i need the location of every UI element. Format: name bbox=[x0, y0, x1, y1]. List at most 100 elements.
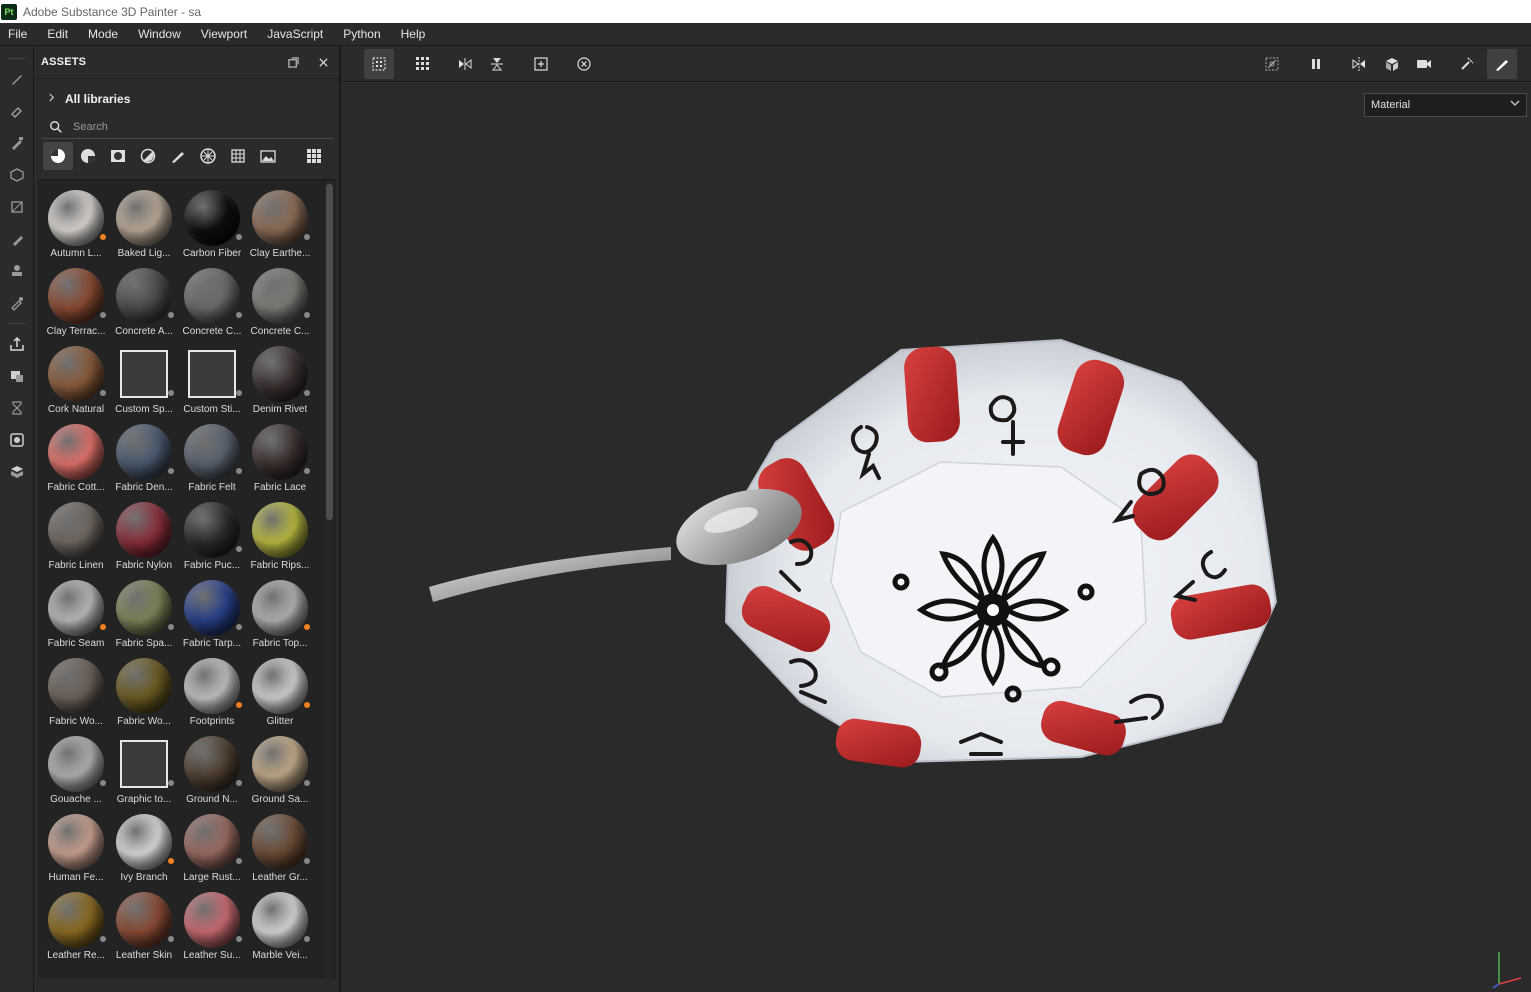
asset-tile[interactable]: Fabric Lace bbox=[246, 418, 314, 496]
asset-tile[interactable]: Clay Earthe... bbox=[246, 184, 314, 262]
menu-window[interactable]: Window bbox=[128, 23, 191, 46]
asset-tile[interactable]: Footprints bbox=[178, 652, 246, 730]
asset-tile[interactable]: Fabric Linen bbox=[42, 496, 110, 574]
asset-label: Fabric Wo... bbox=[117, 716, 171, 727]
asset-tile[interactable]: Large Rust... bbox=[178, 808, 246, 886]
pause-icon[interactable] bbox=[1301, 49, 1331, 79]
close-icon[interactable] bbox=[315, 54, 331, 70]
3d-model-plate[interactable] bbox=[341, 82, 1531, 992]
asset-tile[interactable]: Carbon Fiber bbox=[178, 184, 246, 262]
polygon-fill-icon[interactable] bbox=[0, 159, 34, 191]
split-view-icon[interactable] bbox=[1344, 49, 1374, 79]
asset-tile[interactable]: Leather Re... bbox=[42, 886, 110, 964]
hide-selection-icon[interactable] bbox=[1257, 49, 1287, 79]
library-label: All libraries bbox=[65, 92, 131, 106]
menu-file[interactable]: File bbox=[0, 23, 37, 46]
painting-mode-icon[interactable] bbox=[1487, 49, 1517, 79]
asset-tile[interactable]: Graphic to... bbox=[110, 730, 178, 808]
frame-selection-icon[interactable] bbox=[526, 49, 556, 79]
asset-tile[interactable]: Custom Sti... bbox=[178, 340, 246, 418]
asset-tile[interactable]: Fabric Wo... bbox=[110, 652, 178, 730]
asset-tile[interactable]: Baked Lig... bbox=[110, 184, 178, 262]
asset-tile[interactable]: Custom Sp... bbox=[110, 340, 178, 418]
select-tool-icon[interactable] bbox=[364, 49, 394, 79]
bake-mesh-icon[interactable] bbox=[0, 456, 34, 488]
filter-brushes-icon[interactable] bbox=[163, 142, 193, 170]
filter-textures-icon[interactable] bbox=[223, 142, 253, 170]
smudge-tool-icon[interactable] bbox=[0, 223, 34, 255]
view-mode-3d-icon[interactable] bbox=[1377, 49, 1407, 79]
asset-tile[interactable]: Denim Rivet bbox=[246, 340, 314, 418]
mirror-x-icon[interactable] bbox=[450, 49, 480, 79]
grid-view-icon[interactable] bbox=[299, 142, 329, 170]
asset-tile[interactable]: Fabric Den... bbox=[110, 418, 178, 496]
asset-tile[interactable]: Concrete C... bbox=[246, 262, 314, 340]
asset-tile[interactable]: Fabric Spa... bbox=[110, 574, 178, 652]
asset-tile[interactable]: Fabric Felt bbox=[178, 418, 246, 496]
asset-tile[interactable]: Fabric Nylon bbox=[110, 496, 178, 574]
filter-alphas-icon[interactable] bbox=[193, 142, 223, 170]
asset-tile[interactable]: Leather Su... bbox=[178, 886, 246, 964]
export-icon[interactable] bbox=[0, 328, 34, 360]
eraser-tool-icon[interactable] bbox=[0, 95, 34, 127]
mirror-y-icon[interactable] bbox=[482, 49, 512, 79]
asset-tile[interactable]: Ground N... bbox=[178, 730, 246, 808]
filter-materials-icon[interactable] bbox=[43, 142, 73, 170]
filter-filters-icon[interactable] bbox=[133, 142, 163, 170]
filter-smart-materials-icon[interactable] bbox=[73, 142, 103, 170]
asset-tile[interactable]: Leather Gr... bbox=[246, 808, 314, 886]
asset-tile[interactable]: Autumn L... bbox=[42, 184, 110, 262]
grid-symmetry-icon[interactable] bbox=[408, 49, 438, 79]
asset-tile[interactable]: Human Fe... bbox=[42, 808, 110, 886]
asset-tile[interactable]: Fabric Wo... bbox=[42, 652, 110, 730]
asset-filter-row bbox=[34, 141, 339, 171]
menu-help[interactable]: Help bbox=[391, 23, 436, 46]
history-icon[interactable] bbox=[0, 392, 34, 424]
scrollbar-thumb[interactable] bbox=[326, 184, 333, 520]
asset-tile[interactable]: Concrete C... bbox=[178, 262, 246, 340]
filter-smart-masks-icon[interactable] bbox=[103, 142, 133, 170]
menu-javascript[interactable]: JavaScript bbox=[257, 23, 333, 46]
asset-tile[interactable]: Fabric Rips... bbox=[246, 496, 314, 574]
asset-tile[interactable]: Fabric Puc... bbox=[178, 496, 246, 574]
window-title: Adobe Substance 3D Painter - sa bbox=[23, 4, 202, 19]
asset-tile[interactable]: Marble Vei... bbox=[246, 886, 314, 964]
projection-tool-icon[interactable] bbox=[0, 127, 34, 159]
asset-thumbnail bbox=[252, 268, 308, 324]
asset-badge-icon bbox=[236, 780, 242, 786]
menu-python[interactable]: Python bbox=[333, 23, 390, 46]
camera-icon[interactable] bbox=[1409, 49, 1439, 79]
asset-tile[interactable]: Glitter bbox=[246, 652, 314, 730]
asset-tile[interactable]: Ground Sa... bbox=[246, 730, 314, 808]
asset-tile[interactable]: Fabric Top... bbox=[246, 574, 314, 652]
search-input[interactable] bbox=[73, 120, 293, 133]
asset-tile[interactable]: Gouache ... bbox=[42, 730, 110, 808]
asset-badge-icon bbox=[100, 234, 106, 240]
texture-set-icon[interactable] bbox=[0, 360, 34, 392]
menu-viewport[interactable]: Viewport bbox=[191, 23, 257, 46]
reset-view-icon[interactable] bbox=[569, 49, 599, 79]
asset-label: Ground Sa... bbox=[251, 794, 309, 805]
geometry-mask-icon[interactable] bbox=[0, 191, 34, 223]
asset-tile[interactable]: Ivy Branch bbox=[110, 808, 178, 886]
menu-edit[interactable]: Edit bbox=[37, 23, 78, 46]
undock-icon[interactable] bbox=[285, 54, 301, 70]
clone-stamp-icon[interactable] bbox=[0, 255, 34, 287]
asset-badge-icon bbox=[236, 936, 242, 942]
asset-tile[interactable]: Fabric Seam bbox=[42, 574, 110, 652]
color-picker-icon[interactable] bbox=[0, 287, 34, 319]
filter-environments-icon[interactable] bbox=[253, 142, 283, 170]
asset-tile[interactable]: Leather Skin bbox=[110, 886, 178, 964]
library-selector[interactable]: All libraries bbox=[34, 85, 339, 113]
display-settings-icon[interactable] bbox=[0, 424, 34, 456]
asset-tile[interactable]: Clay Terrac... bbox=[42, 262, 110, 340]
asset-label: Fabric Den... bbox=[115, 482, 173, 493]
asset-tile[interactable]: Fabric Tarp... bbox=[178, 574, 246, 652]
asset-tile[interactable]: Fabric Cott... bbox=[42, 418, 110, 496]
paint-tool-icon[interactable] bbox=[0, 63, 34, 95]
menu-mode[interactable]: Mode bbox=[78, 23, 128, 46]
asset-tile[interactable]: Concrete A... bbox=[110, 262, 178, 340]
asset-tile[interactable]: Cork Natural bbox=[42, 340, 110, 418]
iray-render-icon[interactable] bbox=[1452, 49, 1482, 79]
asset-thumbnail bbox=[48, 892, 104, 948]
